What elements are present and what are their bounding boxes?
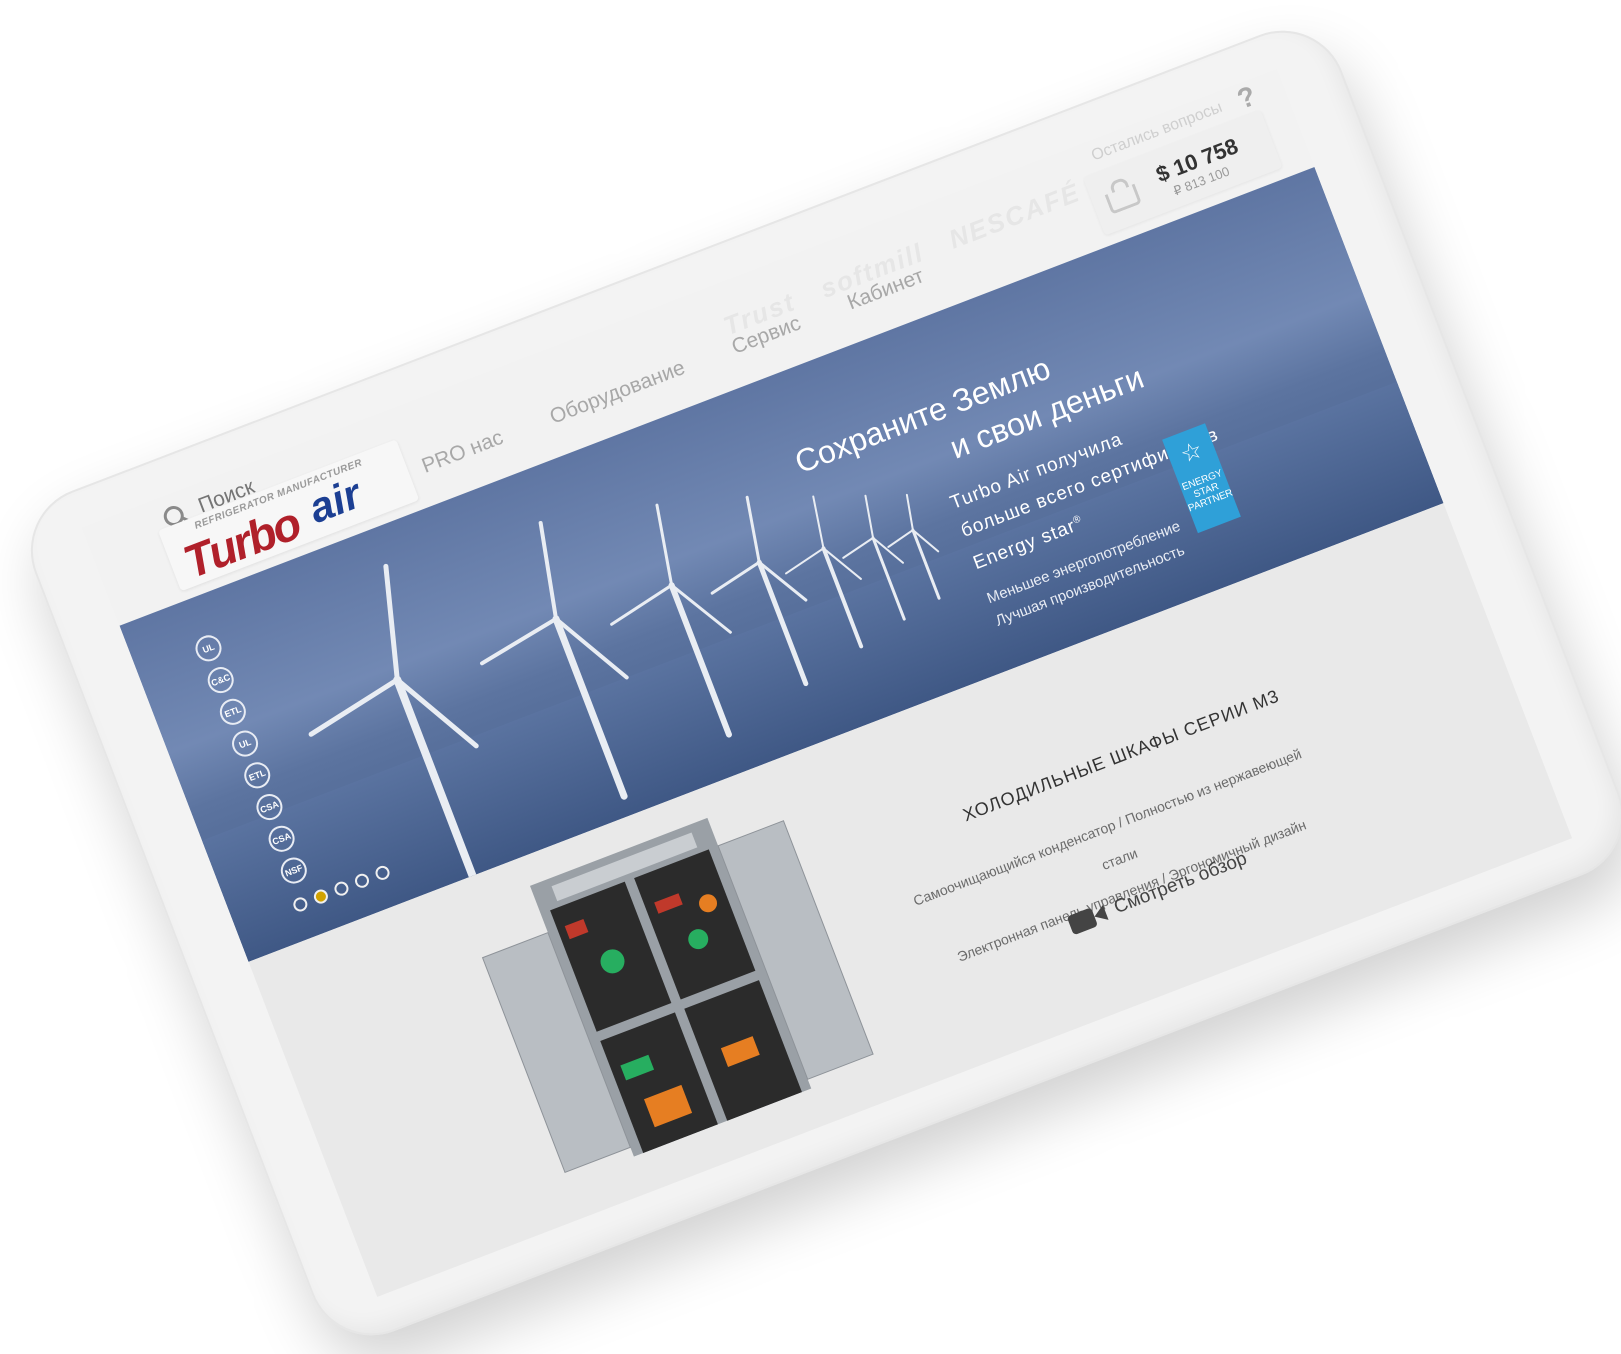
tablet-device: REFRIGERATOR MANUFACTURER Turbo air PRO …	[12, 12, 1621, 1354]
basket-icon[interactable]	[1104, 183, 1142, 215]
energy-star-icon: ☆	[1176, 436, 1207, 469]
etl-cert-icon: ETL	[240, 758, 275, 793]
product-features: Самоочищающийся конденсатор / Полностью …	[896, 732, 1343, 985]
partner-logo: NESCAFÉ	[944, 176, 1085, 255]
etl-cert-icon: ETL	[216, 695, 250, 729]
ul-cert-icon: UL	[191, 631, 226, 666]
cc-cert-icon: C&C	[203, 663, 238, 697]
ul-cert-icon: UL	[228, 726, 262, 761]
tablet-screen: REFRIGERATOR MANUFACTURER Turbo air PRO …	[81, 69, 1573, 1297]
